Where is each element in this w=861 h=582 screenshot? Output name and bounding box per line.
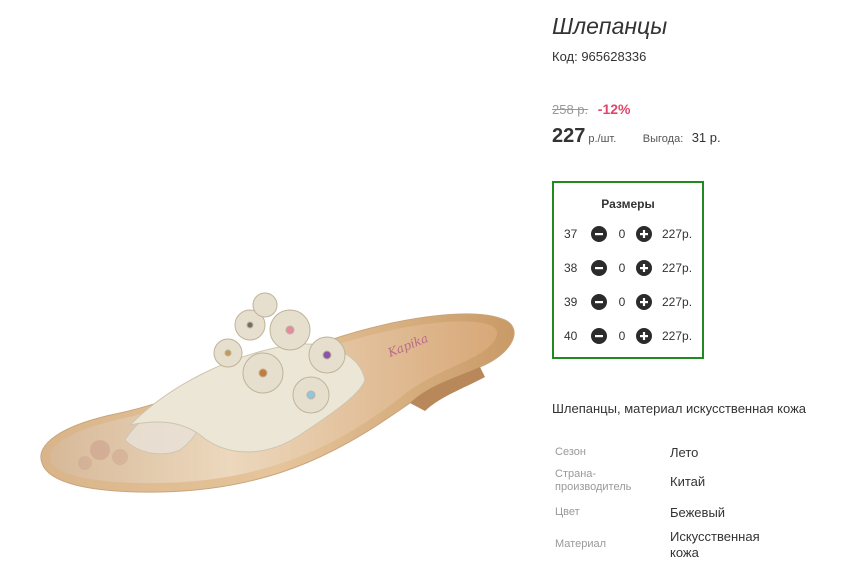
sandal-image: Kapika [40,292,515,493]
size-label: 38 [564,261,578,275]
decrease-quantity-button[interactable] [591,260,607,276]
discount-badge: -12% [597,101,631,117]
increase-quantity-button[interactable] [636,294,652,310]
plus-icon [640,264,648,272]
size-price: 227р. [662,295,693,309]
decrease-quantity-button[interactable] [591,328,607,344]
size-row: 39 0 227р. [564,293,702,313]
old-price: 258 р. [552,102,589,117]
attribute-label: Цвет [555,506,580,518]
increase-quantity-button[interactable] [636,328,652,344]
attribute-label: Сезон [555,446,586,458]
price-row: 227 р./шт. Выгода: 31 р. [552,125,721,148]
savings-value: 31 р. [691,130,721,145]
quantity-value: 0 [618,227,626,241]
current-price: 227 [552,125,586,147]
attribute-label: Страна- производитель [555,468,632,493]
increase-quantity-button[interactable] [636,260,652,276]
minus-icon [595,233,603,236]
size-label: 40 [564,329,578,343]
size-label: 37 [564,227,578,241]
attribute-value: Китай [670,474,706,489]
product-image[interactable]: Kapika [30,285,530,505]
quantity-value: 0 [618,295,626,309]
minus-icon [595,335,603,338]
size-price: 227р. [662,329,693,343]
old-price-row: 258 р. -12% [552,101,630,117]
attribute-label: Материал [555,538,606,550]
sizes-panel: Размеры 37 0 227р. 38 0 227р. 39 0 227р.… [552,181,704,359]
price-unit: р./шт. [588,133,617,145]
minus-icon [595,301,603,304]
product-description: Шлепанцы, материал искусственная кожа [552,401,807,416]
plus-icon [640,298,648,306]
decrease-quantity-button[interactable] [591,294,607,310]
plus-icon [640,230,648,238]
decrease-quantity-button[interactable] [591,226,607,242]
attribute-value: Бежевый [670,505,726,520]
product-code: Код: 965628336 [552,49,647,64]
product-title: Шлепанцы [552,13,668,39]
size-row: 37 0 227р. [564,225,702,245]
savings-label: Выгода: [642,133,684,145]
attribute-value: Лето [670,445,699,460]
size-row: 40 0 227р. [564,327,702,347]
minus-icon [595,267,603,270]
quantity-value: 0 [618,261,626,275]
quantity-value: 0 [618,329,626,343]
size-price: 227р. [662,227,693,241]
size-row: 38 0 227р. [564,259,702,279]
size-price: 227р. [662,261,693,275]
increase-quantity-button[interactable] [636,226,652,242]
sizes-title: Размеры [601,197,655,211]
plus-icon [640,332,648,340]
attribute-value: Искусственная кожа [670,529,760,560]
size-label: 39 [564,295,578,309]
